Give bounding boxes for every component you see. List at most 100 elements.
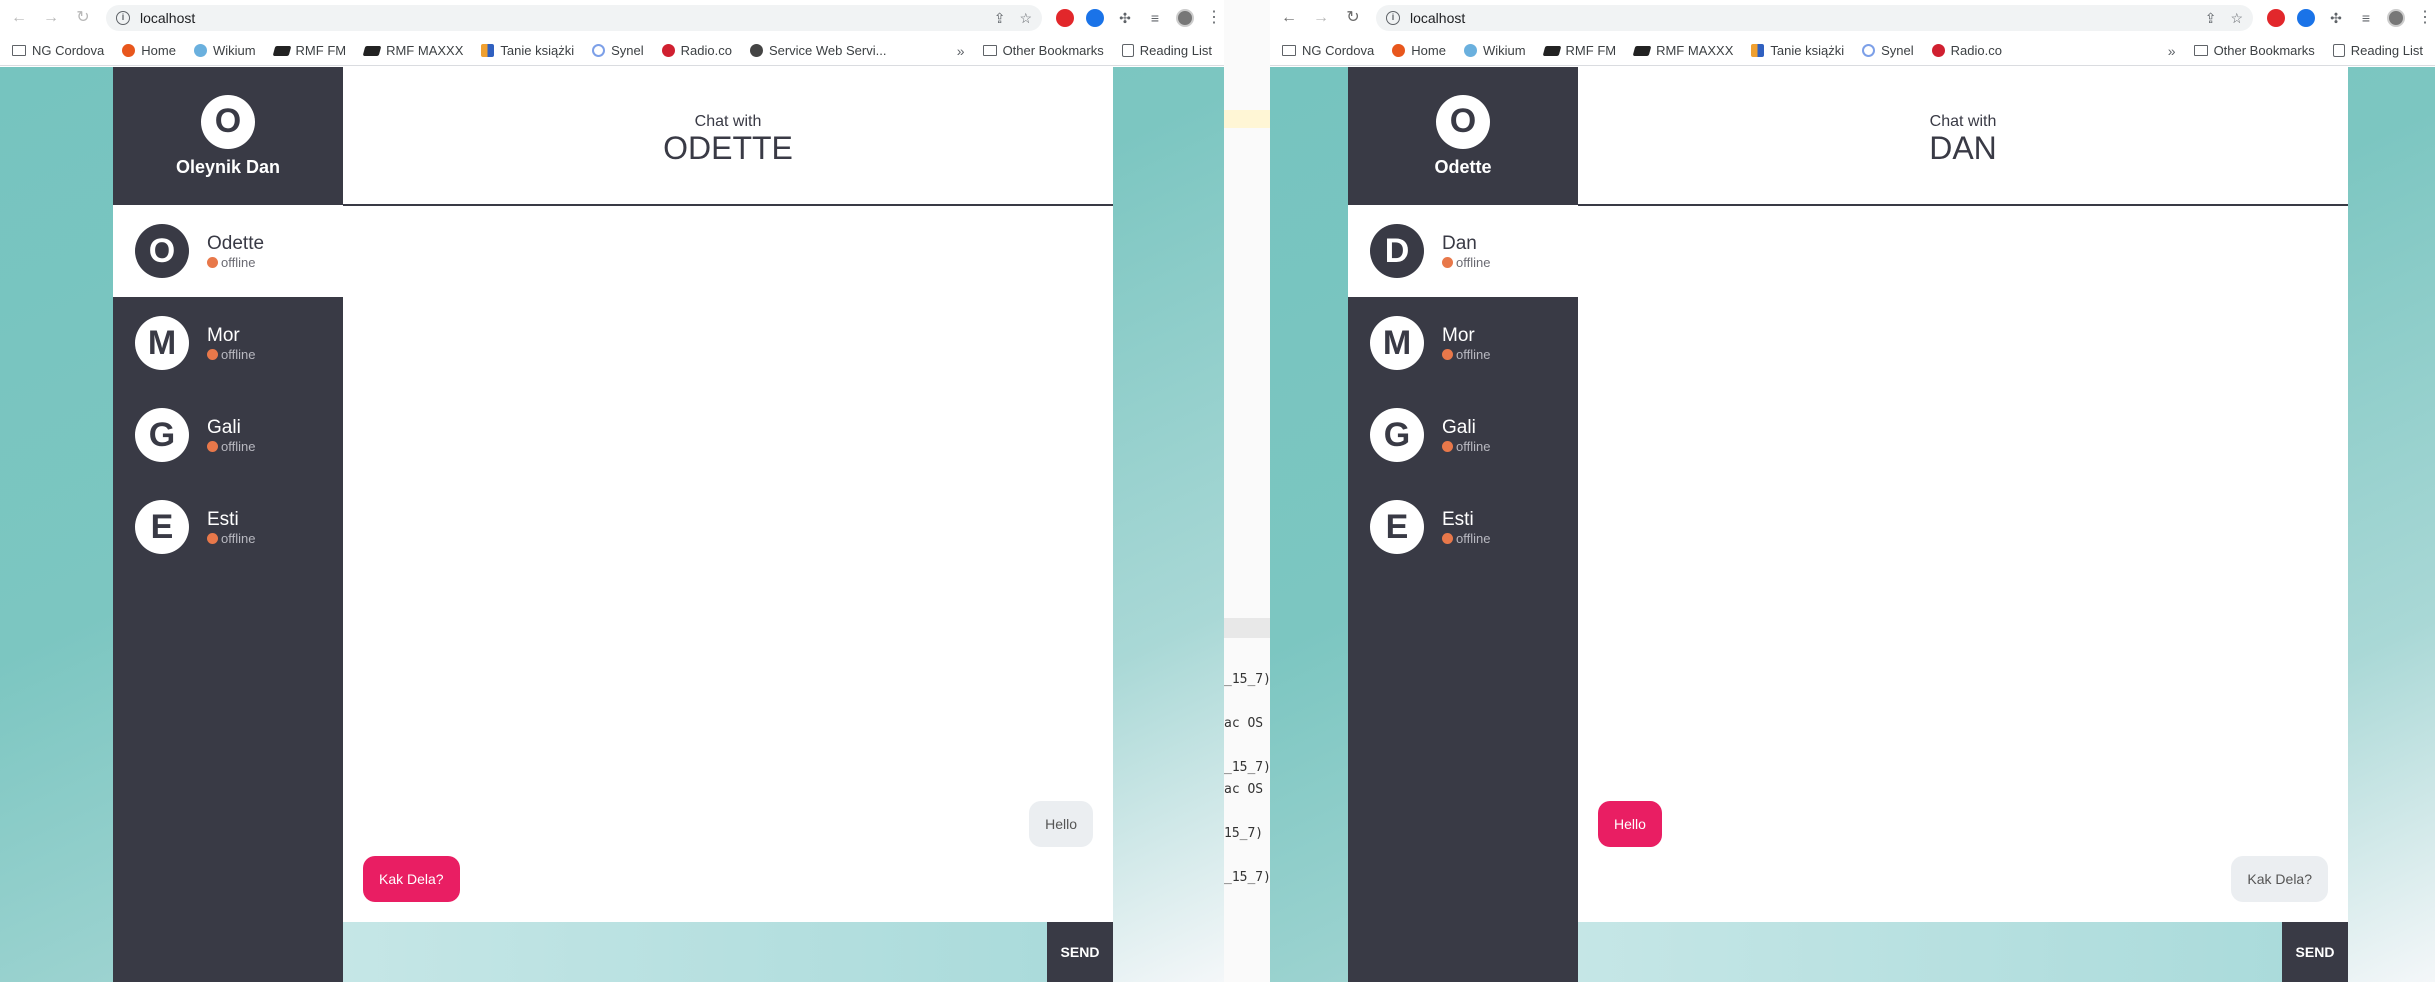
- star-icon[interactable]: ☆: [1019, 10, 1032, 27]
- contact-gali[interactable]: G Gali offline: [1348, 389, 1578, 481]
- address-bar[interactable]: i localhost ⇪ ☆: [1376, 5, 2253, 31]
- toolbar: ← → ↻ i localhost ⇪ ☆ ✣ ≡ ⋮: [1270, 0, 2435, 36]
- bookmark-home[interactable]: Home: [1392, 43, 1446, 58]
- other-bookmarks[interactable]: Other Bookmarks: [982, 43, 1104, 58]
- bookmark-home[interactable]: Home: [122, 43, 176, 58]
- puzzle-icon[interactable]: ✣: [2327, 9, 2345, 27]
- back-icon[interactable]: ←: [10, 9, 28, 27]
- bookmark-ng-cordova[interactable]: NG Cordova: [12, 43, 104, 58]
- bookmark-wikium[interactable]: Wikium: [1463, 43, 1526, 58]
- playlist-icon[interactable]: ≡: [2357, 9, 2375, 27]
- share-icon[interactable]: ⇪: [2205, 10, 2217, 27]
- bookmark-rmf-fm[interactable]: RMF FM: [1542, 43, 1616, 58]
- adblock-icon[interactable]: [2267, 9, 2285, 27]
- bookmark-radio-co[interactable]: Radio.co: [1931, 43, 2002, 58]
- back-icon[interactable]: ←: [1280, 9, 1298, 27]
- synel-favicon: [592, 44, 606, 57]
- bookmark-rmf-maxxx[interactable]: RMF MAXXX: [362, 43, 463, 58]
- extension-icon[interactable]: [2297, 9, 2315, 27]
- other-bookmarks[interactable]: Other Bookmarks: [2193, 43, 2315, 58]
- rmf-favicon: [1542, 45, 1561, 56]
- toolbar: ← → ↻ i localhost ⇪ ☆ ✣ ≡ ⋮: [0, 0, 1224, 36]
- bookmark-synel[interactable]: Synel: [1862, 43, 1914, 58]
- url-text: localhost: [1410, 10, 1466, 26]
- contact-mor[interactable]: M Mor offline: [1348, 297, 1578, 389]
- terminal-line: 15_7): [1224, 826, 1264, 841]
- rmf-maxxx-favicon: [1632, 45, 1652, 56]
- synel-favicon: [1862, 44, 1876, 57]
- chat-peer-name: ODETTE: [663, 129, 793, 166]
- kebab-menu-icon[interactable]: ⋮: [1206, 9, 1222, 27]
- bookmark-synel[interactable]: Synel: [592, 43, 644, 58]
- status-dot-icon: [1442, 348, 1453, 360]
- bookmark-rmf-maxxx[interactable]: RMF MAXXX: [1632, 43, 1733, 58]
- folder-icon: [12, 45, 26, 56]
- contact-mor[interactable]: M Mor offline: [113, 297, 343, 389]
- reading-list[interactable]: Reading List: [1121, 43, 1212, 58]
- bookmark-wikium[interactable]: Wikium: [193, 43, 256, 58]
- contact-odette[interactable]: O Odette offline: [113, 205, 343, 297]
- terminal-bar: [1224, 618, 1270, 638]
- contact-esti[interactable]: E Esti offline: [113, 481, 343, 573]
- contact-gali[interactable]: G Gali offline: [113, 389, 343, 481]
- bookmarks-bar: NG Cordova Home Wikium RMF FM RMF MAXXX …: [1270, 36, 2435, 66]
- reading-list[interactable]: Reading List: [2332, 43, 2423, 58]
- status-indicator: offline: [1442, 347, 1490, 362]
- page-viewport: O Oleynik Dan O Odette offline M Mor off…: [0, 67, 1224, 982]
- home-favicon: [122, 44, 136, 57]
- bookmark-ng-cordova[interactable]: NG Cordova: [1282, 43, 1374, 58]
- star-icon[interactable]: ☆: [2230, 10, 2243, 27]
- address-bar[interactable]: i localhost ⇪ ☆: [106, 5, 1042, 31]
- folder-icon: [982, 45, 997, 56]
- chat-panel: Chat with ODETTE Hello Kak Dela? SEND: [343, 67, 1113, 982]
- status-dot-icon: [207, 440, 218, 452]
- contact-dan[interactable]: D Dan offline: [1348, 205, 1578, 297]
- chat-with-label: Chat with: [694, 112, 762, 130]
- profile-avatar[interactable]: [1176, 9, 1194, 27]
- adblock-icon[interactable]: [1056, 9, 1074, 27]
- send-button[interactable]: SEND: [2282, 922, 2348, 982]
- kebab-menu-icon[interactable]: ⋮: [2417, 9, 2433, 27]
- bookmark-radio-co[interactable]: Radio.co: [661, 43, 732, 58]
- share-icon[interactable]: ⇪: [994, 10, 1006, 27]
- extension-icon[interactable]: [1086, 9, 1104, 27]
- forward-icon[interactable]: →: [1312, 9, 1330, 27]
- bookmarks-overflow-icon[interactable]: »: [2168, 43, 2176, 59]
- radio-favicon: [1931, 44, 1945, 57]
- bookmark-tanie-ksiazki[interactable]: Tanie książki: [481, 43, 574, 58]
- rmf-favicon: [272, 45, 291, 56]
- bookmark-tanie-ksiazki[interactable]: Tanie książki: [1751, 43, 1844, 58]
- forward-icon[interactable]: →: [42, 9, 60, 27]
- playlist-icon[interactable]: ≡: [1146, 9, 1164, 27]
- puzzle-icon[interactable]: ✣: [1116, 9, 1134, 27]
- contact-name: Mor: [207, 324, 240, 346]
- info-icon[interactable]: i: [116, 11, 130, 25]
- status-indicator: offline: [1442, 531, 1490, 546]
- message-outgoing: Kak Dela?: [363, 856, 460, 902]
- bookmarks-bar: NG Cordova Home Wikium RMF FM RMF MAXXX …: [0, 36, 1224, 66]
- reload-icon[interactable]: ↻: [74, 9, 92, 27]
- reading-list-icon: [1121, 44, 1134, 57]
- bookmarks-overflow-icon[interactable]: »: [957, 43, 965, 59]
- info-icon[interactable]: i: [1386, 11, 1400, 25]
- service-favicon: [749, 44, 763, 57]
- profile-avatar[interactable]: [2387, 9, 2405, 27]
- current-user: O Odette: [1348, 67, 1578, 205]
- current-user-name: Oleynik Dan: [175, 156, 281, 177]
- status-indicator: offline: [207, 531, 255, 546]
- bookmark-service-web[interactable]: Service Web Servi...: [749, 43, 886, 58]
- background-highlight: [1224, 110, 1270, 128]
- status-indicator: offline: [1442, 439, 1490, 454]
- bookmark-rmf-fm[interactable]: RMF FM: [272, 43, 346, 58]
- terminal-line: ac OS: [1224, 782, 1264, 797]
- reload-icon[interactable]: ↻: [1344, 9, 1362, 27]
- send-button[interactable]: SEND: [1047, 922, 1113, 982]
- contact-esti[interactable]: E Esti offline: [1348, 481, 1578, 573]
- tanie-favicon: [481, 44, 495, 57]
- terminal-line: _15_7): [1224, 760, 1270, 775]
- avatar: E: [135, 500, 189, 554]
- message-incoming: Kak Dela?: [2231, 856, 2328, 902]
- message-input[interactable]: SEND: [343, 922, 1113, 982]
- reading-list-icon: [2332, 44, 2345, 57]
- message-input[interactable]: SEND: [1578, 922, 2348, 982]
